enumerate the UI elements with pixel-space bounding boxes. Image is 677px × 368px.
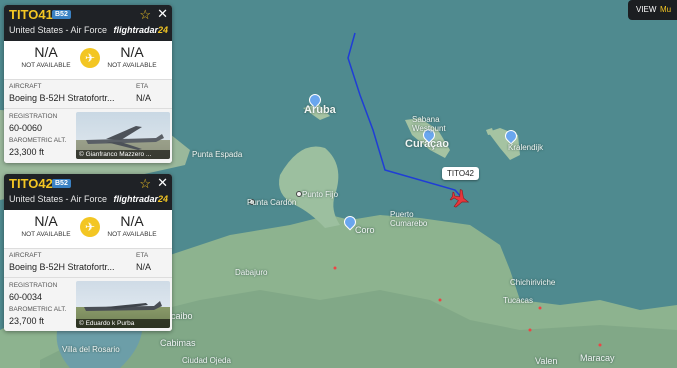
label-chichiriviche: Chichiriviche (510, 278, 556, 287)
label-punta-espada: Punta Espada (192, 150, 243, 159)
aircraft-label: AIRCRAFT (9, 83, 42, 90)
registration-label: REGISTRATION (9, 282, 58, 289)
flight-card-tito41[interactable]: TITO41 B52 United States - Air Force ☆ ✕… (4, 5, 172, 163)
barometric-alt-value: 23,700 ft (9, 316, 45, 326)
view-accent: Mu (660, 5, 672, 14)
aircraft-row: AIRCRAFT Boeing B-52H Stratofortr... ETA… (4, 80, 172, 109)
label-dabajuro: Dabajuro (235, 268, 268, 277)
label-valencia: Valen (535, 356, 558, 366)
aircraft-value: Boeing B-52H Stratofortr... (9, 262, 115, 272)
brand-logo: flightradar24 (113, 194, 168, 204)
eta-label: ETA (136, 83, 149, 90)
label-villa-del-rosario: Villa del Rosario (62, 345, 120, 354)
close-icon[interactable]: ✕ (157, 175, 168, 191)
origin-status: NOT AVAILABLE (21, 62, 71, 69)
route-panel: N/A NOT AVAILABLE ✈ N/A NOT AVAILABLE (4, 41, 172, 80)
aircraft-value: Boeing B-52H Stratofortr... (9, 93, 115, 103)
bookmark-icon[interactable]: ☆ (139, 176, 151, 192)
label-ciudad-ojeda: Ciudad Ojeda (182, 356, 231, 365)
barometric-alt-label: BAROMETRIC ALT. (9, 137, 67, 144)
barometric-alt-value: 23,300 ft (9, 147, 45, 157)
photo-credit: © Gianfranco Mazzero ... (76, 150, 170, 159)
view-menu-button[interactable]: VIEW Mu (628, 0, 677, 20)
origin-code: N/A (34, 44, 58, 60)
town-marker (598, 343, 602, 347)
label-punto-fijo: Punto Fijo (302, 190, 339, 199)
destination-status: NOT AVAILABLE (107, 62, 157, 69)
eta-label: ETA (136, 252, 149, 259)
label-tucacas: Tucacas (503, 296, 533, 305)
label-puerto-cumarebo: Puerto Cumarebo (390, 210, 428, 228)
operator: United States - Air Force (9, 194, 108, 204)
eta-value: N/A (136, 93, 152, 103)
close-icon[interactable]: ✕ (157, 6, 168, 22)
type-badge: B52 (52, 179, 71, 188)
card-header: TITO42 B52 United States - Air Force ☆ ✕… (4, 174, 172, 210)
aircraft-photo[interactable]: © Gianfranco Mazzero ... (76, 112, 170, 159)
town-marker (528, 328, 532, 332)
label-cabimas: Cabimas (160, 338, 196, 348)
origin-code: N/A (34, 213, 58, 229)
destination-code: N/A (120, 213, 144, 229)
type-badge: B52 (52, 10, 71, 19)
destination-code: N/A (120, 44, 144, 60)
eta-value: N/A (136, 262, 152, 272)
flight-card-tito42[interactable]: TITO42 B52 United States - Air Force ☆ ✕… (4, 174, 172, 331)
label-aruba: Aruba (304, 104, 336, 116)
registration-value: 60-0060 (9, 123, 43, 133)
plane-icon: ✈ (80, 217, 100, 237)
bookmark-icon[interactable]: ☆ (139, 7, 151, 23)
operator: United States - Air Force (9, 25, 108, 35)
callsign: TITO42 (9, 176, 53, 191)
origin-status: NOT AVAILABLE (21, 231, 71, 238)
barometric-alt-label: BAROMETRIC ALT. (9, 306, 67, 313)
label-maracay: Maracay (580, 353, 615, 363)
plane-icon: ✈ (80, 48, 100, 68)
registration-row: REGISTRATION 60-0060 BAROMETRIC ALT. 23,… (4, 109, 172, 163)
aircraft-photo[interactable]: © Eduardo k Purba (76, 281, 170, 328)
brand-logo: flightradar24 (113, 25, 168, 35)
card-header: TITO41 B52 United States - Air Force ☆ ✕… (4, 5, 172, 41)
photo-credit: © Eduardo k Purba (76, 319, 170, 328)
aircraft-tooltip: TITO42 (442, 167, 479, 180)
town-marker (333, 266, 337, 270)
view-label: VIEW (636, 5, 657, 14)
town-marker (438, 298, 442, 302)
label-coro: Coro (355, 225, 375, 235)
town-marker (538, 306, 542, 310)
route-panel: N/A NOT AVAILABLE ✈ N/A NOT AVAILABLE (4, 210, 172, 249)
label-kralendijk: Kralendijk (508, 143, 544, 152)
registration-row: REGISTRATION 60-0034 BAROMETRIC ALT. 23,… (4, 278, 172, 331)
registration-value: 60-0034 (9, 292, 43, 302)
registration-label: REGISTRATION (9, 113, 58, 120)
callsign: TITO41 (9, 7, 53, 22)
label-maracaibo: caibo (171, 311, 193, 321)
label-sabana-westpunt: Sabana Westpunt (412, 115, 446, 133)
label-punta-cardon: Punta Cardón (247, 198, 297, 207)
aircraft-row: AIRCRAFT Boeing B-52H Stratofortr... ETA… (4, 249, 172, 278)
destination-status: NOT AVAILABLE (107, 231, 157, 238)
aircraft-label: AIRCRAFT (9, 252, 42, 259)
